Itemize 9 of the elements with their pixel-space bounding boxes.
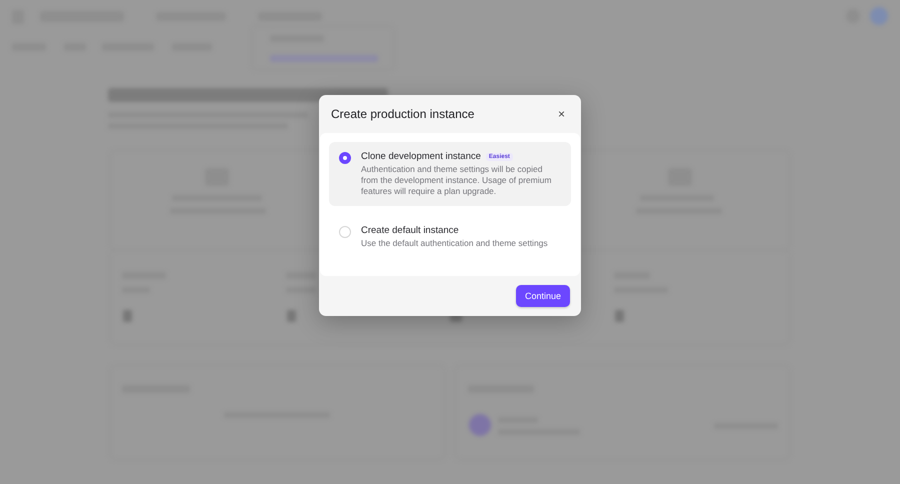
option-title: Create default instance	[361, 225, 459, 236]
radio-button[interactable]	[339, 152, 351, 164]
option-description: Use the default authentication and theme settings	[361, 238, 548, 250]
continue-button[interactable]: Continue	[516, 285, 570, 308]
close-button[interactable]: ×	[554, 105, 569, 123]
dialog-title: Create production instance	[331, 107, 474, 121]
option-title: Clone development instance	[361, 151, 481, 162]
instance-option[interactable]: Create default instance Use the default authentication and theme settings	[329, 216, 571, 258]
option-description: Authentication and theme settings will be copied from the development instance. Usage of premium features will require a plan upgrade.	[361, 164, 552, 198]
